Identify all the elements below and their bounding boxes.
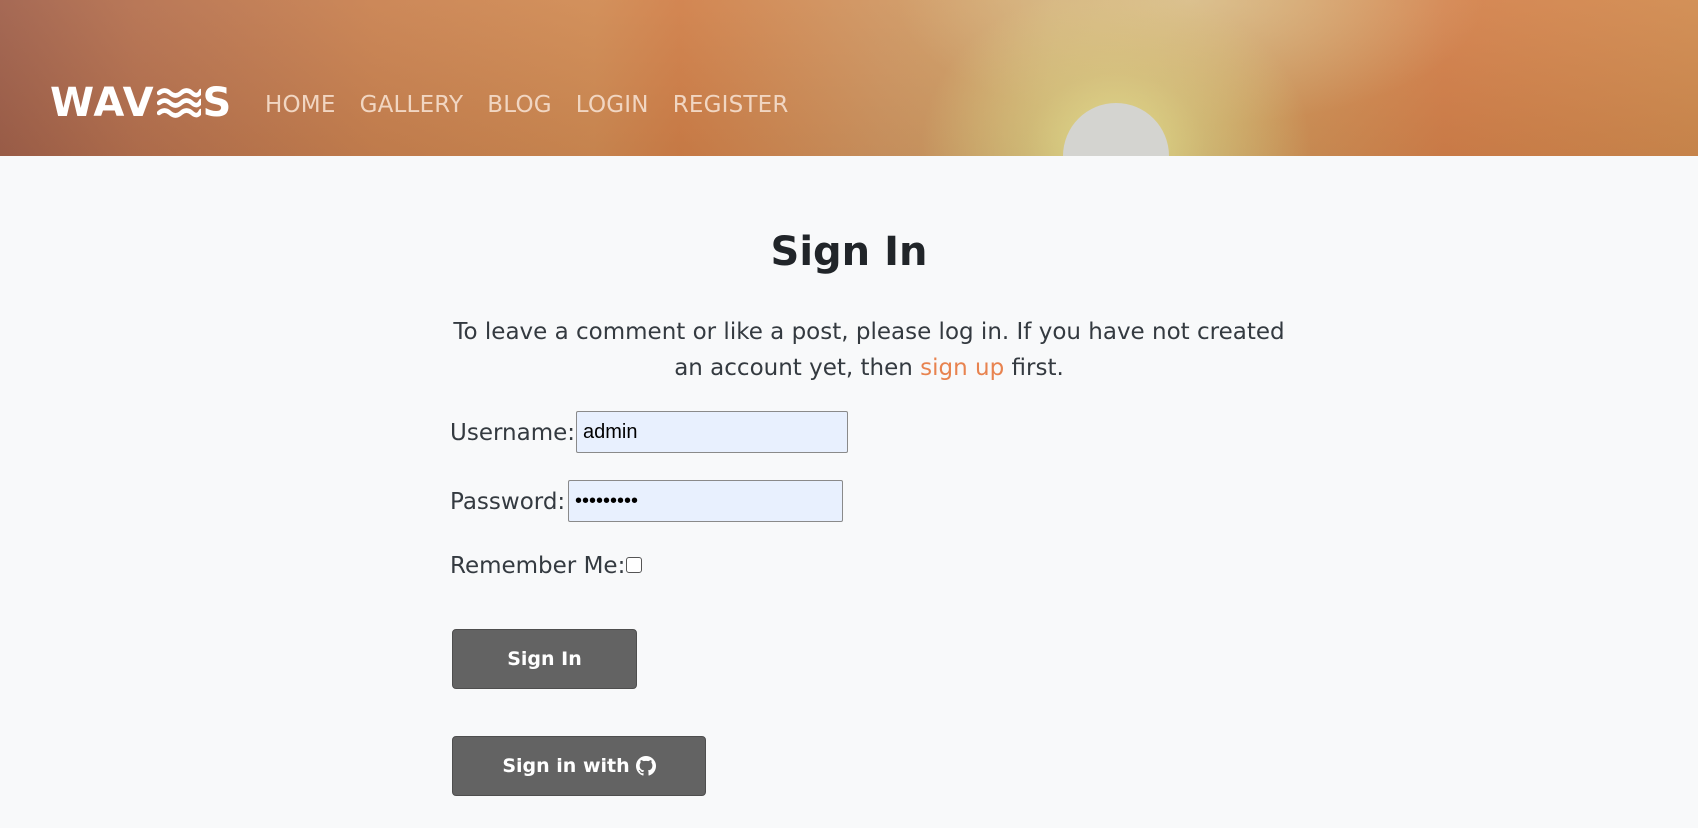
nav-register[interactable]: REGISTER — [673, 90, 789, 120]
username-label: Username: — [450, 420, 575, 446]
remember-me-checkbox[interactable] — [626, 557, 642, 573]
sign-in-button-label: Sign In — [507, 648, 582, 670]
hero-header: WAV S HOME GALLERY BLOG LOGIN REGISTER — [0, 0, 1698, 156]
logo-text-right: S — [202, 80, 233, 126]
github-sign-in-button[interactable]: Sign in with — [452, 736, 706, 796]
github-icon — [635, 756, 656, 776]
intro-text-before: To leave a comment or like a post, pleas… — [453, 319, 1285, 381]
nav-blog[interactable]: BLOG — [487, 90, 552, 120]
header-overlay — [0, 0, 1698, 156]
username-input[interactable] — [576, 411, 848, 453]
intro-text: To leave a comment or like a post, pleas… — [440, 314, 1298, 386]
remember-me-label: Remember Me: — [450, 553, 626, 579]
nav-gallery[interactable]: GALLERY — [360, 90, 464, 120]
sign-in-button[interactable]: Sign In — [452, 629, 637, 689]
nav-login[interactable]: LOGIN — [576, 90, 649, 120]
sign-up-link[interactable]: sign up — [920, 355, 1004, 381]
github-sign-in-label: Sign in with — [502, 755, 630, 777]
password-input[interactable] — [568, 480, 843, 522]
logo[interactable]: WAV S — [50, 80, 233, 126]
intro-text-after: first. — [1004, 355, 1064, 381]
nav-home[interactable]: HOME — [265, 90, 336, 120]
page-title: Sign In — [770, 229, 928, 275]
password-label: Password: — [450, 489, 566, 515]
main-nav: HOME GALLERY BLOG LOGIN REGISTER — [265, 90, 813, 120]
logo-text-left: WAV — [50, 80, 155, 126]
waves-icon — [156, 88, 201, 118]
